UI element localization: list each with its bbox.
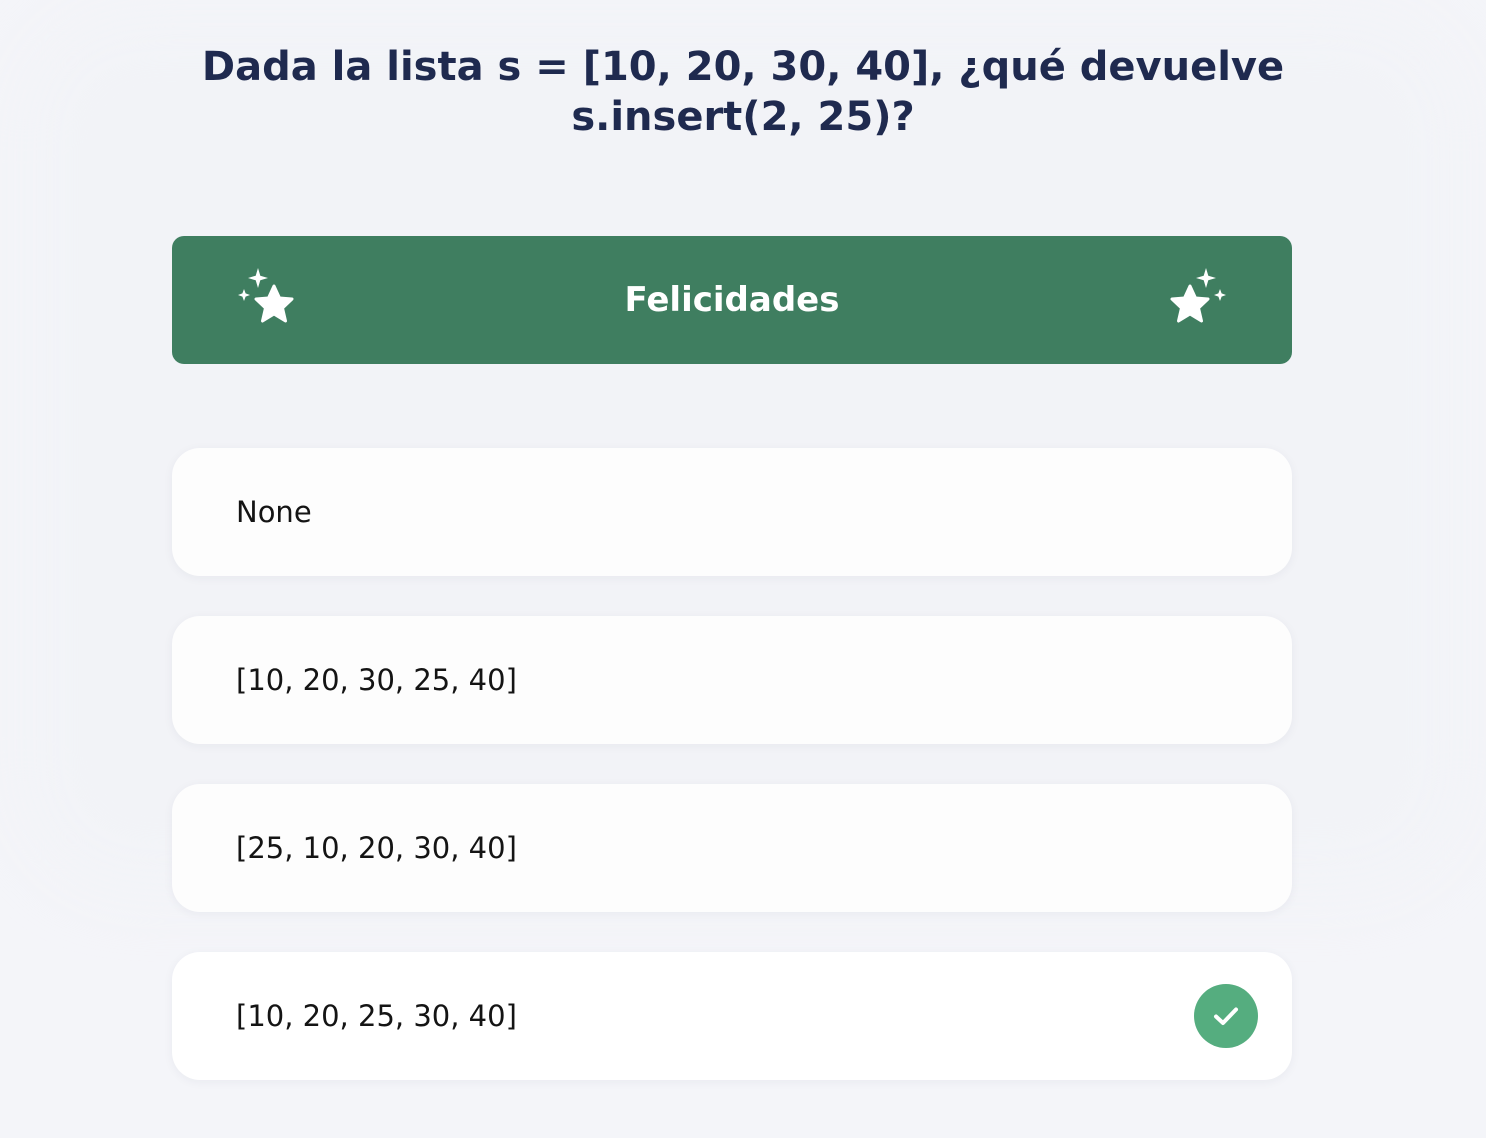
feedback-title: Felicidades [624,280,840,320]
answer-option-1[interactable]: None [172,448,1292,576]
answer-option-3[interactable]: [25, 10, 20, 30, 40] [172,784,1292,912]
correct-badge [1194,984,1258,1048]
answer-label: None [236,495,312,529]
feedback-banner: Felicidades [172,236,1292,364]
answer-option-4-correct[interactable]: [10, 20, 25, 30, 40] [172,952,1292,1080]
answer-label: [25, 10, 20, 30, 40] [236,831,517,865]
answer-label: [10, 20, 25, 30, 40] [236,999,517,1033]
answer-option-2[interactable]: [10, 20, 30, 25, 40] [172,616,1292,744]
answer-label: [10, 20, 30, 25, 40] [236,663,517,697]
stars-icon [238,268,294,323]
stars-icon [1170,268,1226,323]
check-icon [1214,1007,1238,1025]
question-title: Dada la lista s = [10, 20, 30, 40], ¿qué… [201,44,1285,140]
